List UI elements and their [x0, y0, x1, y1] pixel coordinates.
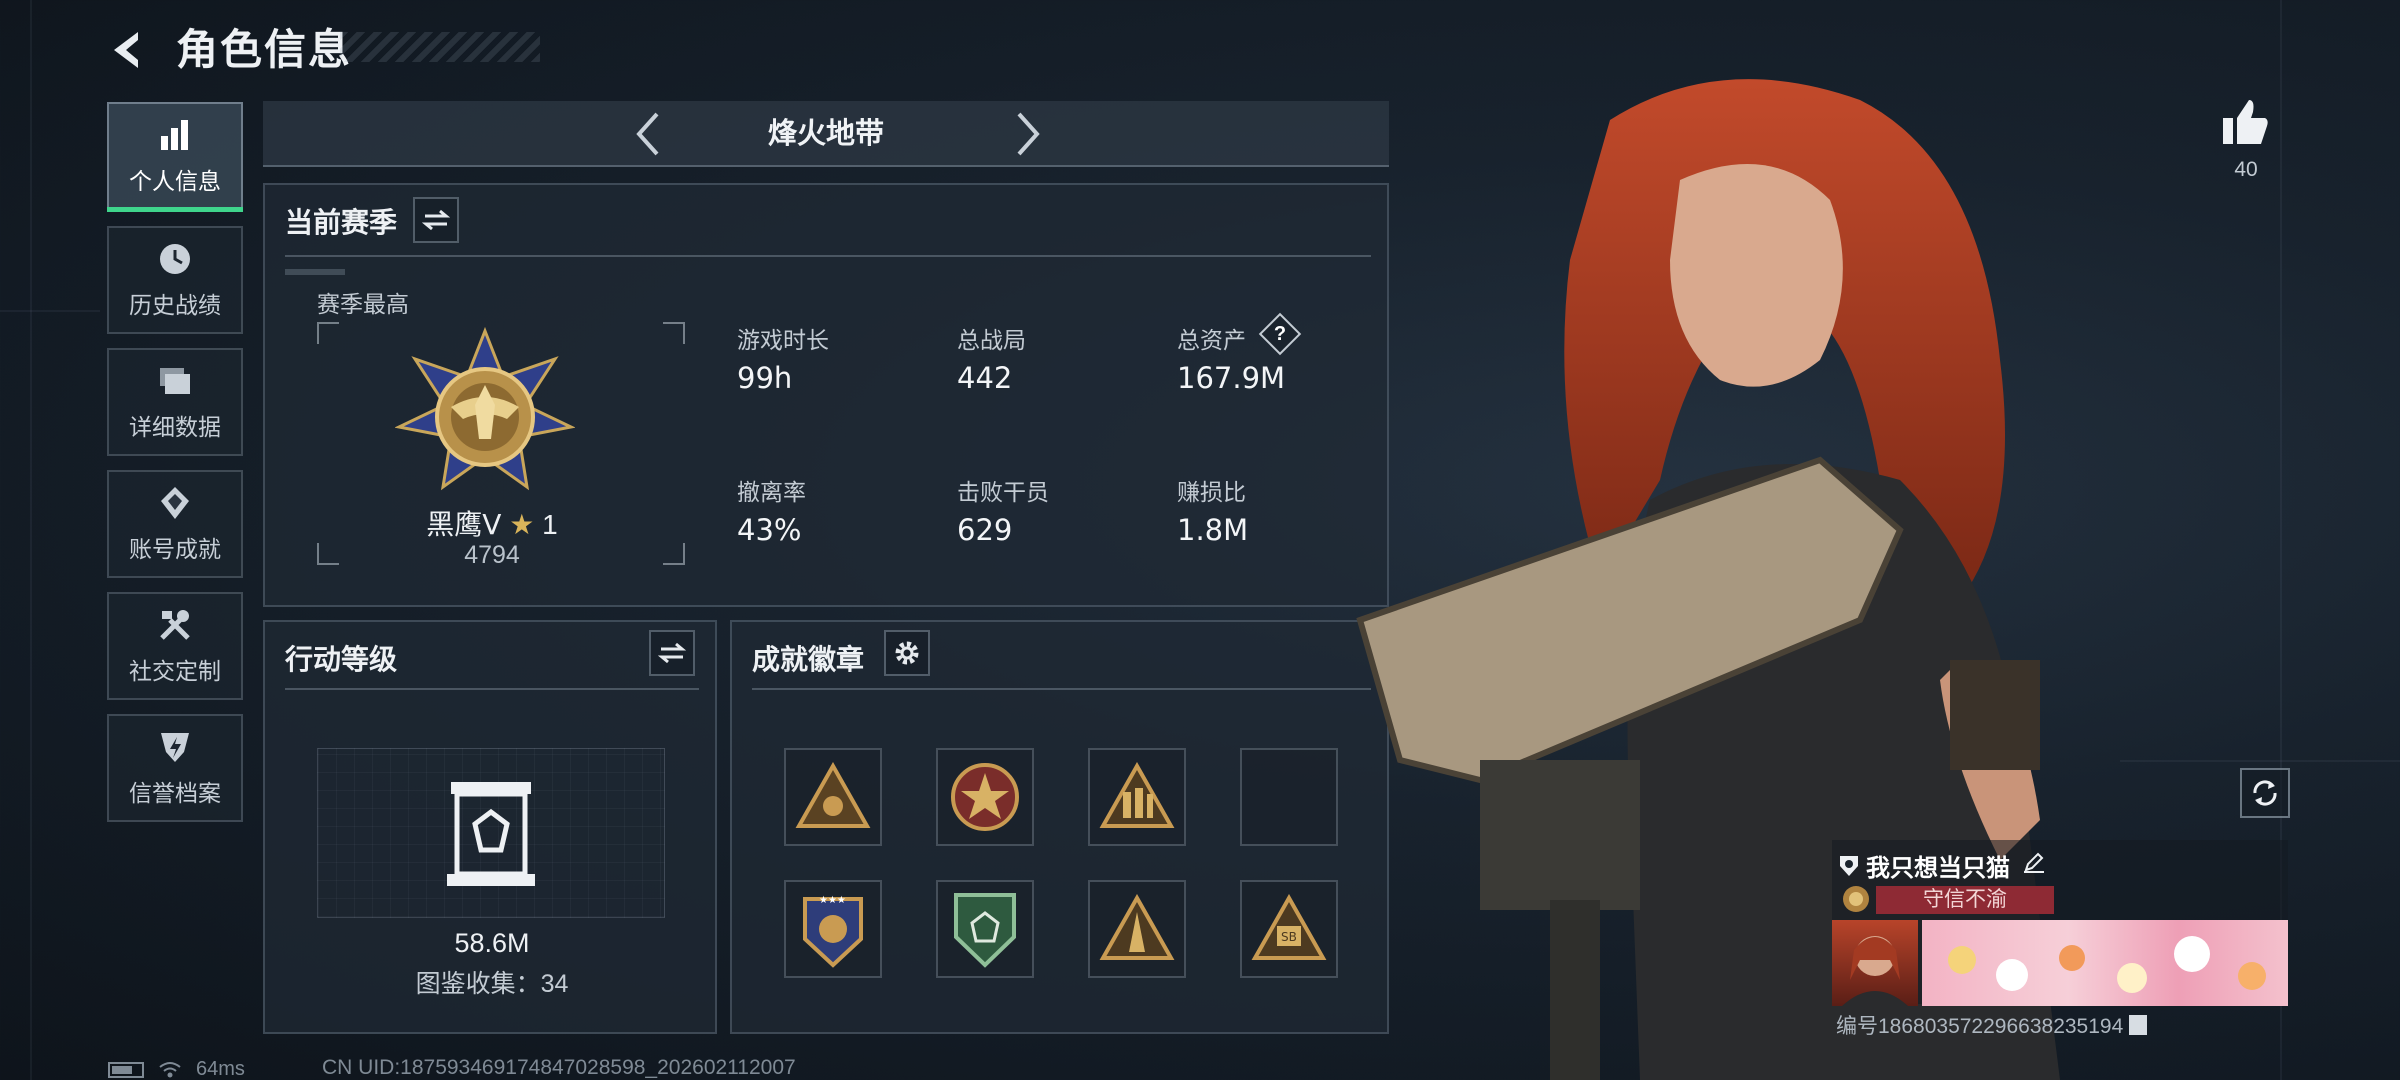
season-title: 当前赛季: [285, 207, 398, 238]
stat-playtime-label: 游戏时长: [737, 327, 829, 353]
shield-lightning-icon: [161, 733, 189, 762]
swap-icon: [422, 209, 450, 231]
tower-badge-icon: [1099, 894, 1175, 960]
copy-id-icon[interactable]: [2129, 1015, 2148, 1035]
stat-kills-value: 629: [957, 513, 1013, 547]
mode-selector: 烽火地带: [263, 101, 1389, 167]
sidebar-item-personal-info[interactable]: 个人信息: [107, 102, 243, 212]
rank-name: 黑鹰Ⅴ: [426, 509, 502, 540]
badge-slot[interactable]: ★★★: [784, 880, 882, 978]
sidebar-item-label: 账号成就: [129, 536, 221, 562]
collection-count: 图鉴收集：34: [415, 970, 569, 998]
uid-text: CN UID:187593469174847028598_20260211200…: [322, 1056, 796, 1079]
stat-extract-rate-label: 撤离率: [737, 479, 806, 505]
thumbs-up-icon: [2223, 100, 2268, 144]
rank-points: 4794: [464, 541, 520, 569]
ping-value: 64ms: [196, 1058, 245, 1080]
avatar: [1842, 936, 1908, 1006]
stat-assets-label: 总资产: [1177, 327, 1246, 353]
battery-icon: [108, 1061, 144, 1078]
sidebar-item-detail-data[interactable]: 详细数据: [107, 348, 243, 456]
action-level-title: 行动等级: [285, 644, 398, 675]
wifi-icon: [159, 1061, 181, 1077]
rank-stars: 1: [542, 509, 558, 540]
rank-emblem-icon: [1836, 882, 1876, 916]
sidebar-item-social-custom[interactable]: 社交定制: [107, 592, 243, 700]
badge-slot[interactable]: [936, 748, 1034, 846]
stat-matches-label: 总战局: [957, 327, 1026, 353]
action-level-value: 58.6M: [454, 928, 530, 958]
like-count: 40: [2234, 158, 2258, 181]
green-shield-icon: [954, 893, 1016, 968]
stat-kills-label: 击败干员: [957, 479, 1049, 505]
star-icon: ★: [509, 509, 535, 540]
edit-name-button[interactable]: [2018, 846, 2050, 878]
player-id: 编号1868035722966382351​94: [1836, 1015, 2124, 1038]
bar-chart-icon: [161, 120, 188, 150]
star-medal-icon: [951, 763, 1019, 831]
mode-next-button[interactable]: [1003, 109, 1053, 159]
back-arrow-icon: [114, 32, 138, 68]
badge-slot[interactable]: [784, 748, 882, 846]
soldiers-badge-icon: [1099, 762, 1175, 828]
sidebar-item-label: 历史战绩: [129, 292, 221, 318]
refresh-button[interactable]: [2240, 768, 2290, 818]
player-motto: 守信不渝: [1876, 886, 2054, 914]
chevron-left-icon: [636, 112, 659, 156]
stat-profit-ratio-value: 1.8M: [1177, 513, 1249, 547]
achievement-ribbon-icon: [161, 487, 189, 519]
stat-matches-value: 442: [957, 361, 1013, 395]
stacked-cards-icon: [160, 368, 190, 394]
refresh-icon: [2253, 780, 2277, 806]
rank-medal-icon: [395, 327, 575, 491]
badges-settings-button[interactable]: [884, 630, 930, 676]
sidebar-item-label: 社交定制: [129, 658, 221, 684]
player-avatar[interactable]: [1832, 920, 1918, 1006]
badges-panel: 成就徽章 ★★★ SB: [730, 620, 1389, 1034]
pencil-icon: [2024, 852, 2044, 873]
action-level-switch-button[interactable]: [649, 630, 695, 676]
season-panel: 当前赛季 赛季最高 黑鹰Ⅴ ★ 1 4794 游戏时长 99h 总战局 442 …: [263, 183, 1389, 607]
badge-slot[interactable]: [1088, 748, 1186, 846]
title-decoration: [340, 32, 540, 62]
swap-icon: [658, 642, 686, 664]
player-card: 我只想当只猫 守信不渝: [1832, 840, 2288, 1006]
stat-assets-value: 167.9M: [1177, 361, 1286, 395]
cats-banner-image: [1948, 936, 2266, 993]
sidebar-item-label: 个人信息: [129, 168, 221, 194]
stat-extract-rate-value: 43%: [737, 513, 802, 547]
winged-medal-icon: ★★★: [803, 895, 863, 968]
history-clock-icon: [160, 244, 190, 274]
svg-text:SB: SB: [1281, 930, 1297, 944]
action-level-panel: 行动等级 58.6M 图鉴收集：34: [263, 620, 717, 1034]
player-banner[interactable]: [1922, 920, 2288, 1006]
triangle-badge-icon: [795, 762, 871, 828]
season-switch-button[interactable]: [413, 197, 459, 243]
display-case-icon: [447, 782, 535, 886]
badge-slot[interactable]: [1088, 880, 1186, 978]
back-button[interactable]: [100, 22, 156, 78]
sidebar-item-label: 信誉档案: [129, 780, 221, 806]
chevron-right-icon: [1017, 112, 1040, 156]
badge-slot[interactable]: [936, 880, 1034, 978]
season-best-label: 赛季最高: [317, 291, 409, 317]
player-shield-icon: [1840, 855, 1858, 876]
like-button[interactable]: [2218, 94, 2274, 150]
stat-profit-ratio-label: 赚损比: [1177, 479, 1246, 505]
svg-text:★★★: ★★★: [819, 895, 846, 906]
sidebar-item-history[interactable]: 历史战绩: [107, 226, 243, 334]
tools-icon: [160, 610, 190, 640]
mode-name: 烽火地带: [767, 118, 884, 150]
sidebar-item-label: 详细数据: [129, 414, 221, 440]
badges-title: 成就徽章: [752, 644, 865, 675]
sidebar-item-reputation[interactable]: 信誉档案: [107, 714, 243, 822]
sidebar-item-achievements[interactable]: 账号成就: [107, 470, 243, 578]
page-title: 角色信息: [176, 26, 353, 73]
stat-playtime-value: 99h: [737, 361, 793, 395]
help-icon: ?: [1273, 323, 1287, 345]
mode-prev-button[interactable]: [623, 109, 673, 159]
gear-icon: [895, 641, 919, 665]
player-name: 我只想当只猫: [1866, 855, 2010, 882]
